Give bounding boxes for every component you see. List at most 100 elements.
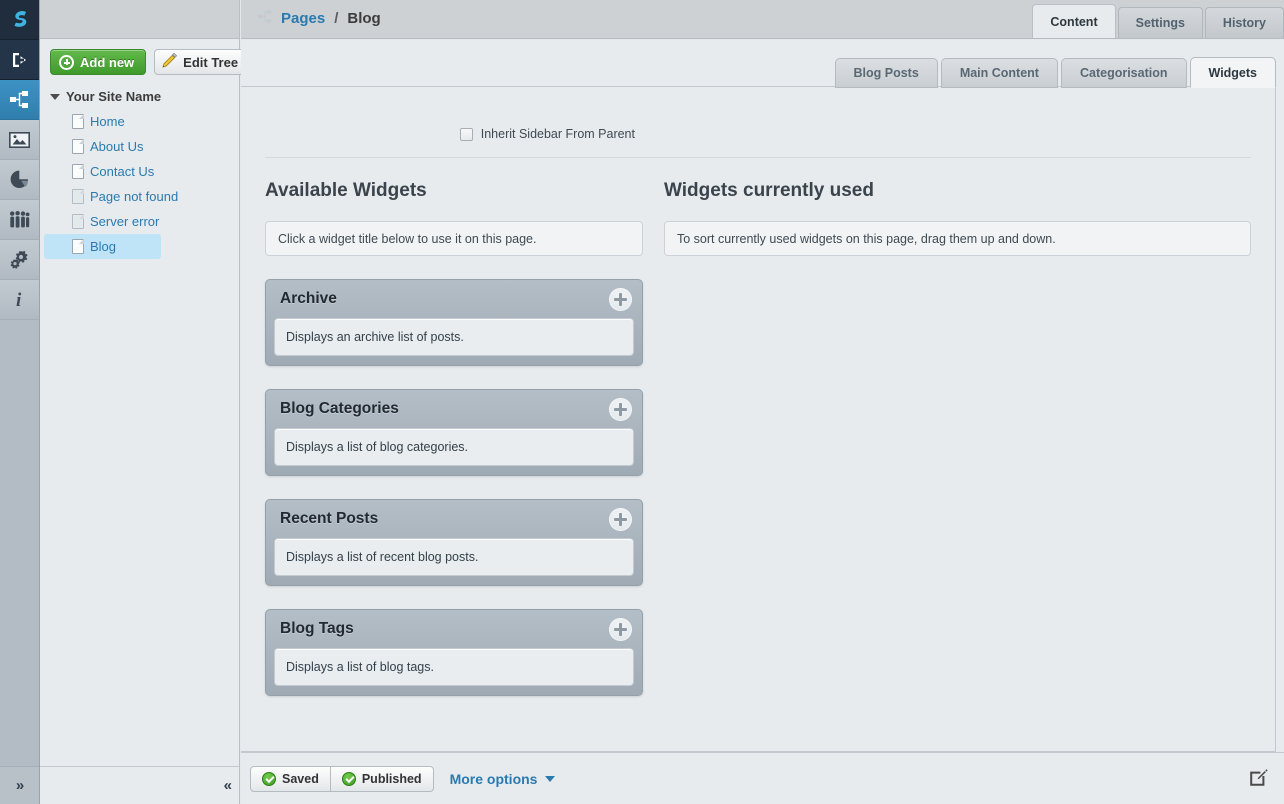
tree-item-blog[interactable]: Blog [44,234,161,259]
top-bar: Pages / Blog Content Settings History [241,0,1284,39]
used-widgets-column: Widgets currently used To sort currently… [664,180,1251,696]
sidebar-item-help[interactable]: i [0,280,39,320]
inherit-sidebar-row: Inherit Sidebar From Parent [241,87,1275,141]
page-icon-disabled [72,214,84,229]
widget-card-recent-posts[interactable]: Recent Posts Displays a list of recent b… [265,499,643,586]
widget-description: Displays a list of recent blog posts. [274,538,634,576]
widget-description: Displays an archive list of posts. [274,318,634,356]
widget-columns: Available Widgets Click a widget title b… [241,158,1275,696]
tree-panel-header [40,0,239,39]
breadcrumb-separator: / [334,10,338,27]
chevron-down-icon [545,776,555,782]
widget-title[interactable]: Blog Categories [280,400,399,418]
check-circle-icon [342,772,356,786]
icon-rail: i » [0,0,40,804]
bottom-action-bar: Saved Published More options [241,752,1284,804]
tab-blog-posts[interactable]: Blog Posts [835,58,938,88]
status-button-group: Saved Published [250,766,434,792]
breadcrumb-pages[interactable]: Pages [281,10,325,27]
add-new-label: Add new [80,55,134,70]
used-widgets-hint[interactable]: To sort currently used widgets on this p… [664,221,1251,256]
page-icon [72,139,84,154]
tree-item-label: Server error [90,214,159,229]
tree-collapse-button[interactable]: « [40,766,239,804]
widget-card-header: Archive [274,280,634,318]
widget-description: Displays a list of blog tags. [274,648,634,686]
rail-expand-button[interactable]: » [0,766,39,804]
chevron-down-icon[interactable] [50,94,60,100]
tree-action-bar: Add new Edit Tree [40,39,239,75]
widget-title[interactable]: Recent Posts [280,510,378,528]
bottom-right-group [1249,768,1284,790]
widget-card-blog-categories[interactable]: Blog Categories Displays a list of blog … [265,389,643,476]
inherit-sidebar-checkbox[interactable] [460,128,473,141]
sidebar-item-pages[interactable] [0,80,39,120]
add-widget-icon[interactable] [609,618,632,641]
tree-root-node[interactable]: Your Site Name [40,89,239,104]
page-tree-panel: Add new Edit Tree Your Site Name [40,0,240,804]
widget-title[interactable]: Blog Tags [280,620,354,638]
published-button[interactable]: Published [331,766,434,792]
saved-button[interactable]: Saved [250,766,331,792]
widget-card-header: Blog Tags [274,610,634,648]
page-icon [72,114,84,129]
widget-card-header: Blog Categories [274,390,634,428]
add-widget-icon[interactable] [609,508,632,531]
bottom-left-group: Saved Published More options [241,766,555,792]
widget-card-archive[interactable]: Archive Displays an archive list of post… [265,279,643,366]
page-tree-list: Home About Us Contact Us Page not found … [40,109,239,259]
tab-history[interactable]: History [1205,7,1284,38]
pencil-icon [162,53,177,71]
check-circle-icon [262,772,276,786]
widget-description: Displays a list of blog categories. [274,428,634,466]
widgets-panel: Inherit Sidebar From Parent Available Wi… [241,86,1276,752]
tab-main-content[interactable]: Main Content [941,58,1058,88]
used-widgets-title: Widgets currently used [664,180,1251,202]
page-icon-disabled [72,189,84,204]
add-widget-icon[interactable] [609,288,632,311]
tree-item-page-not-found[interactable]: Page not found [40,184,239,209]
published-label: Published [362,772,422,786]
tab-settings[interactable]: Settings [1118,7,1203,38]
add-widget-icon[interactable] [609,398,632,421]
page-icon [72,239,84,254]
tree-item-label: Blog [90,239,116,254]
saved-label: Saved [282,772,319,786]
add-new-button[interactable]: Add new [50,49,146,75]
sidebar-item-reports[interactable] [0,160,39,200]
widget-card-header: Recent Posts [274,500,634,538]
more-options-dropdown[interactable]: More options [450,771,556,787]
available-widgets-title: Available Widgets [265,180,643,202]
tree-item-label: Contact Us [90,164,154,179]
tree-item-contact-us[interactable]: Contact Us [40,159,239,184]
tree-item-label: Home [90,114,125,129]
sitemap-icon [258,10,272,27]
sub-tab-bar: Blog Posts Main Content Categorisation W… [832,57,1276,88]
logout-icon[interactable] [0,40,39,80]
breadcrumb: Pages / Blog [258,10,381,27]
tree-item-server-error[interactable]: Server error [40,209,239,234]
available-widgets-hint: Click a widget title below to use it on … [265,221,643,256]
sidebar-item-security[interactable] [0,200,39,240]
more-options-label: More options [450,771,538,787]
main-tab-bar: Content Settings History [1030,4,1284,38]
tree-root-label: Your Site Name [66,89,161,104]
available-widgets-column: Available Widgets Click a widget title b… [265,180,643,696]
edit-tree-button[interactable]: Edit Tree [154,49,249,75]
silverstripe-logo[interactable] [0,0,39,40]
content-area: Blog Posts Main Content Categorisation W… [241,40,1284,804]
widget-card-blog-tags[interactable]: Blog Tags Displays a list of blog tags. [265,609,643,696]
tab-widgets[interactable]: Widgets [1190,57,1277,88]
tree-item-home[interactable]: Home [40,109,239,134]
tab-content[interactable]: Content [1032,4,1115,38]
page-icon [72,164,84,179]
tree-item-about-us[interactable]: About Us [40,134,239,159]
sidebar-item-files[interactable] [0,120,39,160]
sidebar-item-settings[interactable] [0,240,39,280]
plus-circle-icon [59,55,74,70]
widget-title[interactable]: Archive [280,290,337,308]
edit-tree-label: Edit Tree [183,55,238,70]
breadcrumb-current: Blog [347,10,380,27]
tab-categorisation[interactable]: Categorisation [1061,58,1187,88]
edit-in-new-window-icon[interactable] [1249,768,1268,790]
